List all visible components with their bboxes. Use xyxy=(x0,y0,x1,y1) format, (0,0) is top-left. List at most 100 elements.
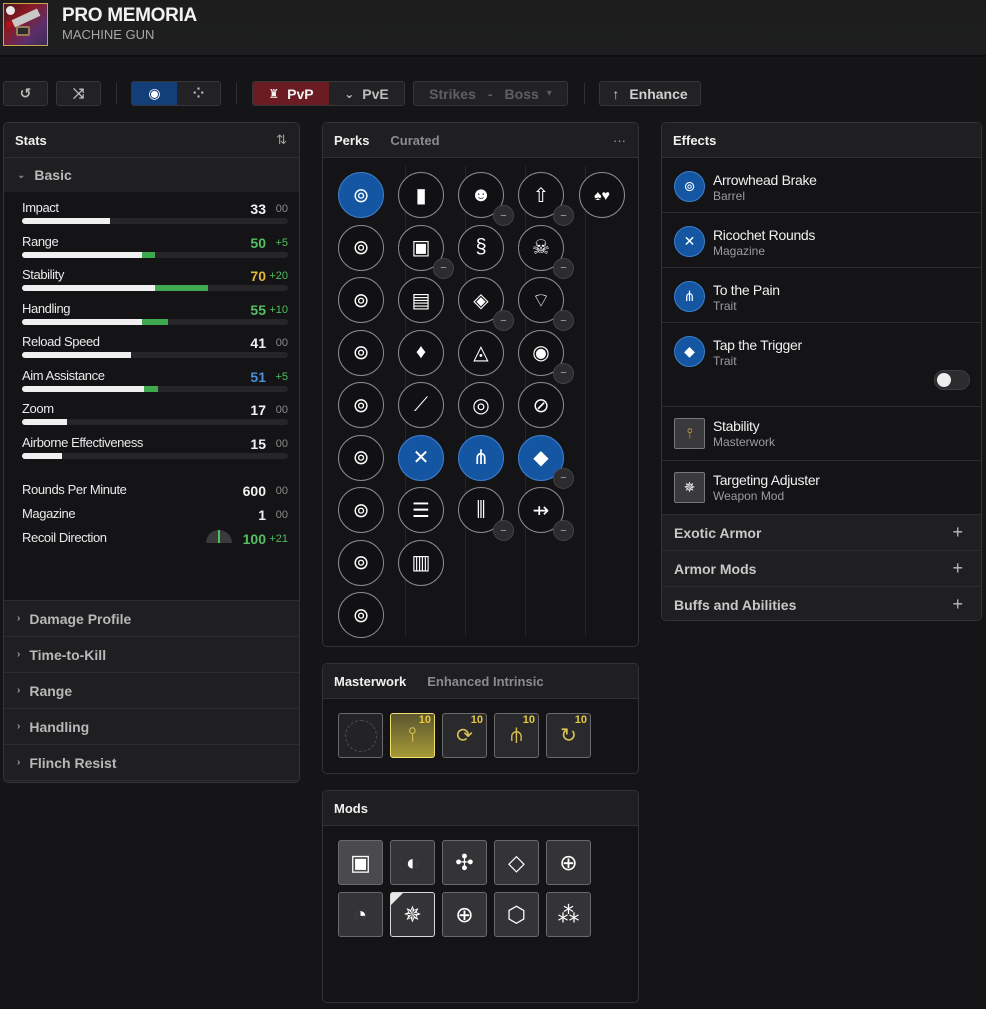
perk-option[interactable]: ☻ − xyxy=(458,172,514,226)
perk-option[interactable]: ⊚ xyxy=(338,224,384,271)
tab-curated[interactable]: Curated xyxy=(390,133,439,148)
effect-section-toggle[interactable]: Exotic Armor + xyxy=(662,515,981,551)
perk-option[interactable]: ⊚ xyxy=(338,382,384,428)
perk-option[interactable]: ◉ − xyxy=(518,329,574,384)
effect-item[interactable]: ✕ Ricochet Rounds Magazine xyxy=(662,213,981,268)
stat-value: 100 xyxy=(242,531,266,547)
remove-perk-button[interactable]: − xyxy=(553,257,574,279)
perk-option[interactable]: ⊚ xyxy=(338,172,384,218)
perk-option[interactable]: § xyxy=(458,224,504,271)
tab-masterwork[interactable]: Masterwork xyxy=(334,674,406,689)
ricochet-rounds-icon: ✕ xyxy=(674,226,705,257)
masterwork-option[interactable]: ⫯ 10 xyxy=(390,713,435,758)
mod-option[interactable]: ⁂ xyxy=(546,892,591,937)
effect-item[interactable]: ⋔ To the Pain Trait xyxy=(662,268,981,323)
remove-perk-button[interactable]: − xyxy=(553,362,574,384)
stat-section-toggle[interactable]: › Time-to-Kill xyxy=(4,636,299,672)
perk-option[interactable]: ◆ − xyxy=(518,434,574,489)
perk-option[interactable]: ♠♥ xyxy=(579,172,625,218)
barrel-icon: ⊚ xyxy=(352,394,370,417)
mod-option[interactable]: ▣ xyxy=(338,840,383,885)
pve-button[interactable]: ⌄ PvE xyxy=(329,82,404,105)
remove-perk-button[interactable]: − xyxy=(433,257,454,279)
stat-section-toggle[interactable]: › Range xyxy=(4,672,299,708)
remove-perk-button[interactable]: − xyxy=(553,467,574,489)
perk-option[interactable]: ⊚ xyxy=(338,329,384,376)
view-single-button[interactable]: ◉ xyxy=(132,82,177,105)
perk-option[interactable]: ▮ xyxy=(398,172,444,218)
stat-section-toggle[interactable]: › Damage Profile xyxy=(4,600,299,636)
effect-section-toggle[interactable]: Armor Mods + xyxy=(662,551,981,587)
chevron-down-icon: ⌄ xyxy=(17,169,26,181)
perk-option[interactable]: ◎ xyxy=(458,382,504,428)
effect-item[interactable]: ⫯ Stability Masterwork xyxy=(662,407,981,461)
mod-option[interactable]: ◇ xyxy=(494,840,539,885)
remove-perk-button[interactable]: − xyxy=(553,205,574,226)
perk-option[interactable]: ▤ xyxy=(398,277,444,323)
remove-perk-button[interactable]: − xyxy=(493,310,514,331)
mod-option[interactable]: ⊕ xyxy=(442,892,487,937)
perk-option[interactable]: ▣ − xyxy=(398,224,454,279)
perk-option[interactable]: ♦ xyxy=(398,329,444,376)
enhance-button[interactable]: ↑ Enhance xyxy=(599,81,701,106)
undo-button[interactable]: ↺ xyxy=(3,81,48,106)
remove-perk-button[interactable]: − xyxy=(493,520,514,541)
perk-option[interactable]: ⫼ − xyxy=(458,487,514,541)
perk-option[interactable]: ⇸ − xyxy=(518,487,574,541)
perk-option[interactable]: ⟋ xyxy=(398,382,444,428)
remove-perk-button[interactable]: − xyxy=(553,520,574,541)
perk-option[interactable]: ☠ − xyxy=(518,224,574,279)
perk-option[interactable]: ⌔ − xyxy=(518,277,574,331)
barrel-icon: ⊚ xyxy=(352,237,370,259)
perk-option[interactable]: ⊘ xyxy=(518,382,564,428)
perk-option[interactable]: ⊚ xyxy=(338,434,384,481)
effect-type: Masterwork xyxy=(713,435,776,449)
mod-option[interactable]: ✣ xyxy=(442,840,487,885)
masterwork-option[interactable] xyxy=(338,713,383,758)
effect-item[interactable]: ✵ Targeting Adjuster Weapon Mod xyxy=(662,461,981,515)
remove-perk-button[interactable]: − xyxy=(553,310,574,331)
perk-option[interactable]: ✕ xyxy=(398,434,444,481)
effect-toggle[interactable] xyxy=(934,370,970,390)
pvp-button[interactable]: ♜ PvP xyxy=(253,82,329,105)
plus-icon: + xyxy=(952,522,963,542)
mod-option[interactable]: ◐ xyxy=(390,840,435,885)
stat-section-toggle[interactable]: › Flinch Resist xyxy=(4,744,299,780)
effect-item[interactable]: ⊚ Arrowhead Brake Barrel xyxy=(662,158,981,213)
stat-bar-base xyxy=(22,385,145,392)
sort-icon[interactable]: ⇅ xyxy=(276,132,287,148)
basic-section-toggle[interactable]: ⌄ Basic xyxy=(4,158,299,192)
perk-option[interactable]: ⇧ − xyxy=(518,172,574,226)
masterwork-option[interactable]: ⟳ 10 xyxy=(442,713,487,758)
randomize-button[interactable]: ⤨ xyxy=(56,81,101,106)
perk-option[interactable]: ◬ xyxy=(458,329,504,376)
effect-name: Stability xyxy=(713,418,760,434)
more-options-icon[interactable]: ··· xyxy=(613,133,626,148)
effect-section-toggle[interactable]: Buffs and Abilities + xyxy=(662,587,981,620)
effect-item[interactable]: ◆ Tap the Trigger Trait xyxy=(662,323,981,407)
perk-option[interactable]: ◈ − xyxy=(458,277,514,331)
perk-option[interactable]: ⋔ xyxy=(458,434,504,481)
mod-option[interactable]: ⊕ xyxy=(546,840,591,885)
tab-perks[interactable]: Perks xyxy=(334,133,369,148)
masterwork-option[interactable]: ↻ 10 xyxy=(546,713,591,758)
stat-section-toggle[interactable]: › Handling xyxy=(4,708,299,744)
perk-option[interactable]: ☰ xyxy=(398,487,444,533)
remove-perk-button[interactable]: − xyxy=(493,205,514,226)
perk-option[interactable]: ▥ xyxy=(398,539,444,586)
mods-panel: Mods ▣ ◐ ✣ ◇ ⊕ ◔ ✵ ⊕ ⬡ ⁂ xyxy=(322,790,639,1003)
mod-option[interactable]: ◔ xyxy=(338,892,383,937)
stat-section-toggle[interactable]: ›Ammo and Reload xyxy=(4,780,299,782)
mod-option[interactable]: ✵ xyxy=(390,892,435,937)
tab-enhanced-intrinsic[interactable]: Enhanced Intrinsic xyxy=(427,674,543,689)
perk-option[interactable]: ⊚ xyxy=(338,592,384,638)
mod-option[interactable]: ⬡ xyxy=(494,892,539,937)
to-the-pain-icon: ⋔ xyxy=(674,281,705,312)
perk-option[interactable]: ⊚ xyxy=(338,539,384,586)
activity-dropdown[interactable]: Strikes - Boss ▾ xyxy=(413,81,568,106)
masterwork-option[interactable]: ⫛ 10 xyxy=(494,713,539,758)
perk-option[interactable]: ⊚ xyxy=(338,487,384,533)
stat-label: Magazine xyxy=(22,506,76,521)
perk-option[interactable]: ⊚ xyxy=(338,277,384,323)
view-grid-button[interactable]: ⁘ xyxy=(176,82,220,105)
